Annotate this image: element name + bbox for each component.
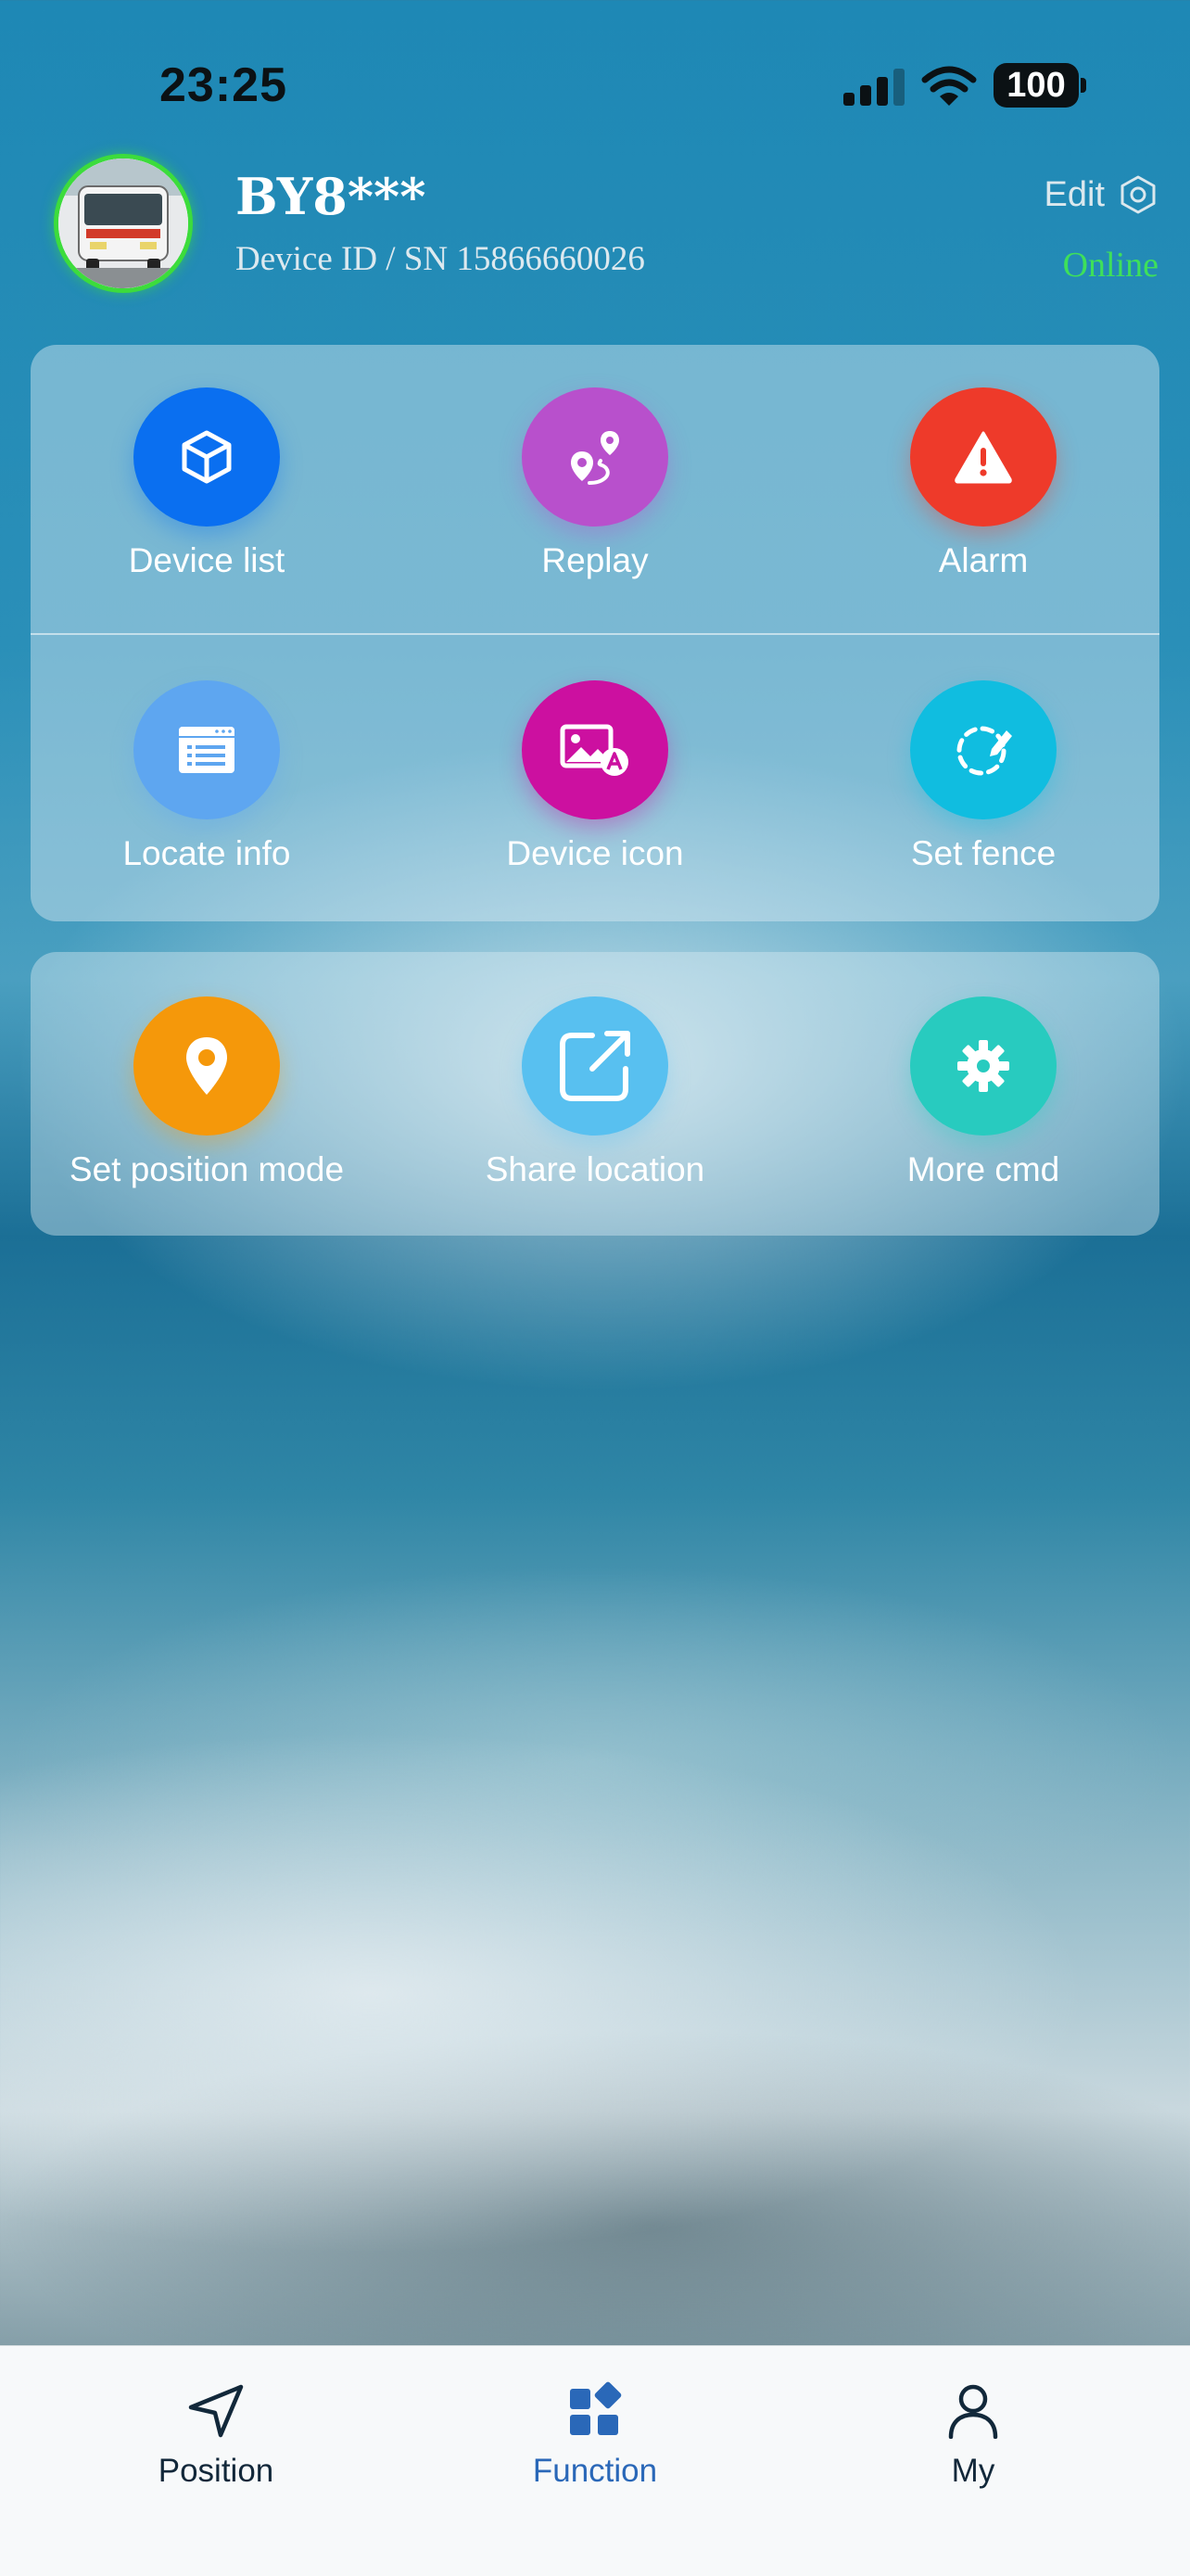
- info-window-icon: [133, 680, 280, 819]
- panel-divider: [31, 633, 1159, 635]
- set-position-mode-label: Set position mode: [69, 1150, 345, 1188]
- tab-function-label: Function: [532, 2453, 658, 2489]
- more-cmd-label: More cmd: [906, 1150, 1060, 1188]
- device-header: BY8*** Device ID / SN 15866660026 Edit O…: [0, 148, 1190, 315]
- share-external-icon: [522, 996, 668, 1136]
- set-position-mode-button[interactable]: Set position mode: [31, 996, 383, 1189]
- edit-button[interactable]: Edit: [1044, 174, 1158, 215]
- grid-icon: [570, 2381, 622, 2435]
- location-pin-icon: [133, 996, 280, 1136]
- bottom-tab-bar: Position Function My: [0, 2345, 1190, 2576]
- clock: 23:25: [159, 58, 287, 112]
- device-list-button[interactable]: Device list: [31, 387, 383, 580]
- tab-my[interactable]: My: [834, 2381, 1112, 2490]
- gear-icon: [910, 996, 1057, 1136]
- battery-cap: [1081, 78, 1086, 93]
- tab-position-label: Position: [158, 2453, 274, 2489]
- tab-function[interactable]: Function: [456, 2381, 734, 2490]
- set-fence-button[interactable]: Set fence: [807, 680, 1159, 873]
- edit-label: Edit: [1044, 174, 1105, 214]
- wifi-icon: [921, 65, 977, 108]
- locate-info-label: Locate info: [122, 834, 291, 872]
- locate-info-button[interactable]: Locate info: [31, 680, 383, 873]
- function-panel-main: Device list Replay Alarm Locate info Dev…: [31, 345, 1159, 921]
- battery-indicator: 100: [994, 63, 1079, 108]
- device-list-label: Device list: [128, 541, 285, 579]
- function-panel-secondary: Set position mode Share location More cm…: [31, 952, 1159, 1236]
- device-id: Device ID / SN 15866660026: [235, 240, 645, 278]
- user-icon: [948, 2384, 998, 2440]
- online-status: Online: [1062, 246, 1158, 285]
- cube-icon: [133, 387, 280, 527]
- bus-icon: [58, 159, 188, 288]
- replay-label: Replay: [541, 541, 649, 579]
- device-name: BY8***: [235, 167, 426, 226]
- route-pin-icon: [522, 387, 668, 527]
- cellular-signal-icon: [843, 67, 905, 106]
- image-edit-icon: [522, 680, 668, 819]
- share-location-label: Share location: [485, 1150, 705, 1188]
- device-icon-label: Device icon: [506, 834, 684, 872]
- share-location-button[interactable]: Share location: [419, 996, 771, 1189]
- settings-hexagon-icon: [1120, 175, 1156, 214]
- warning-icon: [910, 387, 1057, 527]
- tab-my-label: My: [951, 2453, 995, 2489]
- navigation-arrow-icon: [188, 2384, 244, 2438]
- device-avatar[interactable]: [54, 154, 193, 293]
- fence-pencil-icon: [910, 680, 1057, 819]
- set-fence-label: Set fence: [910, 834, 1057, 872]
- tab-position[interactable]: Position: [77, 2381, 355, 2490]
- alarm-button[interactable]: Alarm: [807, 387, 1159, 580]
- more-cmd-button[interactable]: More cmd: [807, 996, 1159, 1189]
- alarm-label: Alarm: [938, 541, 1029, 579]
- replay-button[interactable]: Replay: [419, 387, 771, 580]
- device-icon-button[interactable]: Device icon: [419, 680, 771, 873]
